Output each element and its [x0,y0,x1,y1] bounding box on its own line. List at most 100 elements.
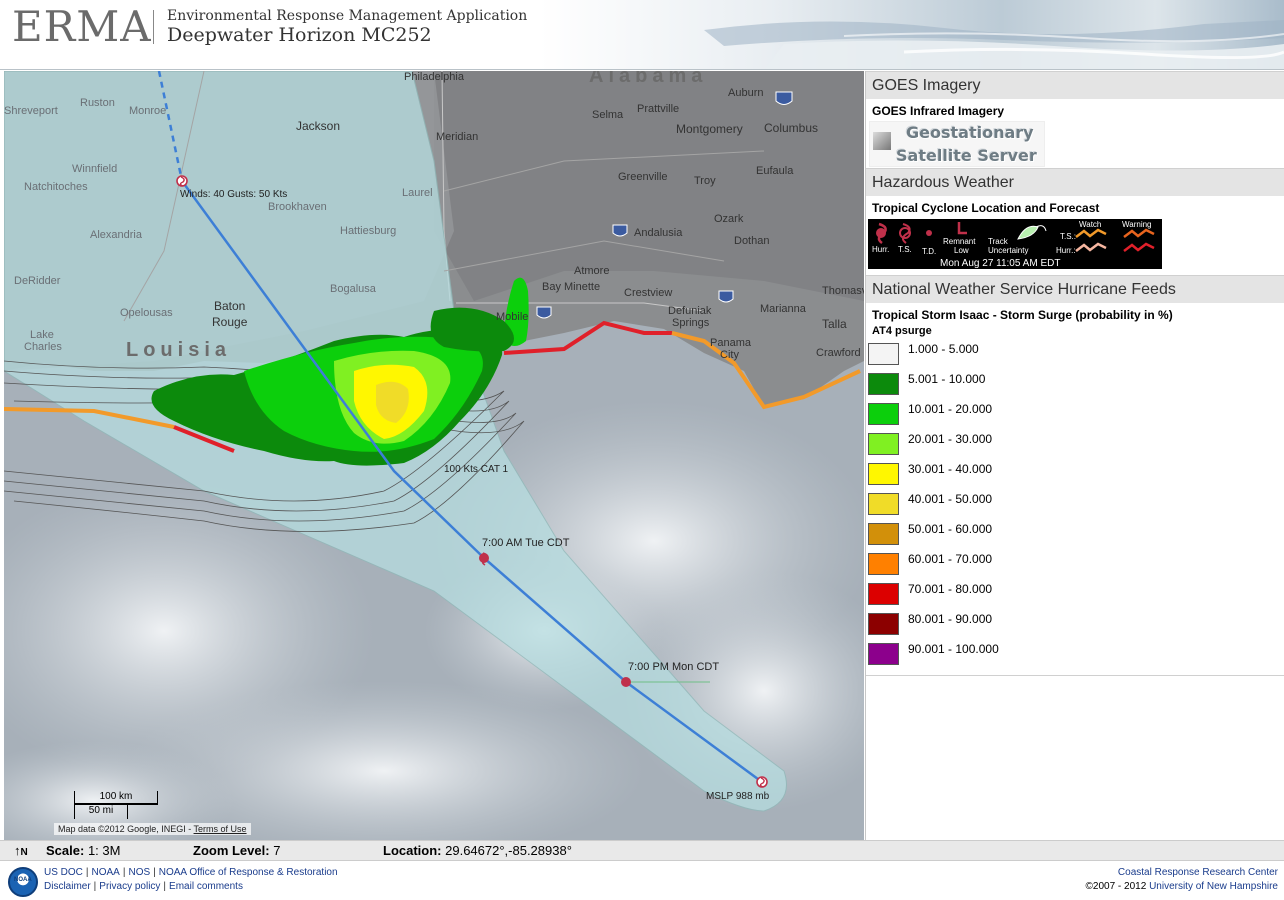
goes-logo[interactable]: Geostationary Satellite Server [869,121,1045,167]
map-place-label: DeRidder [14,275,61,287]
terms-of-use-link[interactable]: Terms of Use [194,824,247,834]
legend-swatch [868,493,899,515]
legend-label: 70.001 - 80.000 [908,582,993,596]
surge-legend-item: 5.001 - 10.000 [868,369,1284,399]
map-place-label: Jackson [296,119,341,133]
map-viewport[interactable]: Shreveport Ruston Monroe Jackson Meridia… [4,71,864,840]
hazard-header[interactable]: Hazardous Weather [866,168,1284,196]
map-place-label: Prattville [637,103,680,115]
legend-warning: Warning [1122,220,1152,229]
goes-section: Geostationary Satellite Server [866,118,1284,168]
app-subtitle: Deepwater Horizon MC252 [167,24,432,46]
map-place-label: Crestview [624,287,673,299]
legend-td: T.D. [922,247,937,256]
noaa-logo[interactable]: NOAA [8,867,38,897]
storm-point-icon [756,776,768,788]
logo-divider [153,10,154,44]
legend-hurr: Hurr. [872,245,890,254]
hurr-warning-icon [1123,242,1155,252]
map-place-label: Laurel [402,187,433,199]
unh-link[interactable]: University of New Hampshire [1149,881,1278,892]
map-place-label: Philadelphia [404,71,464,83]
interstate-shield-icon [775,91,793,105]
map-place-label: Meridian [436,131,479,143]
legend-label: 90.001 - 100.000 [908,642,999,656]
surge-legend-item: 30.001 - 40.000 [868,459,1284,489]
page-footer: NOAA US DOC | NOAA | NOS | NOAA Office of Resp… [0,860,1284,900]
orr-link[interactable]: NOAA Office of Response & Restoration [159,867,338,878]
hurricane-icon [876,222,887,245]
legend-swatch [868,523,899,545]
map-place-label: Auburn [728,87,764,99]
map-state-label: Alabama [589,71,708,87]
surge-legend: 1.000 - 5.000 5.001 - 10.000 10.001 - 20.0… [866,337,1284,669]
legend-timestamp: Mon Aug 27 11:05 AM EDT [940,258,1061,269]
us-doc-link[interactable]: US DOC [44,867,83,878]
legend-swatch [868,343,899,365]
legend-low: Low [954,246,969,255]
map-place-label: Ruston [80,97,115,109]
surge-legend-item: 90.001 - 100.000 [868,639,1284,669]
map-place-label: Dothan [734,235,770,247]
legend-label: 40.001 - 50.000 [908,492,993,506]
map-place-label: Hattiesburg [340,225,397,237]
track-point-label: MSLP 988 mb [706,791,770,802]
footer-links-row2: Disclaimer | Privacy policy | Email comments [44,881,243,892]
app-header: ERMA Environmental Response Management A… [0,0,1284,70]
legend-swatch [868,463,899,485]
goes-header[interactable]: GOES Imagery [866,71,1284,99]
erma-app: ERMA Environmental Response Management A… [0,0,1284,900]
map-place-label: Thomasv [822,285,864,297]
layers-panel: GOES Imagery GOES Infrared Imagery Geost… [865,71,1284,840]
track-point-label: Winds: 40 Gusts: 50 Kts [180,189,288,200]
privacy-link[interactable]: Privacy policy [99,881,160,892]
legend-label: 5.001 - 10.000 [908,372,986,386]
surge-legend-item: 40.001 - 50.000 [868,489,1284,519]
map-place-label: Panama [710,337,751,349]
map-place-label: Shreveport [4,105,58,117]
map-place-label: Eufaula [756,165,794,177]
legend-label: 30.001 - 40.000 [908,462,993,476]
noaa-link[interactable]: NOAA [92,867,120,878]
satellite-thumbnail-icon [873,132,891,150]
erma-logo[interactable]: ERMA [12,2,152,51]
map-place-label: Monroe [129,105,167,117]
crrc-link[interactable]: Coastal Response Research Center [1118,867,1278,878]
legend-uncertainty: Uncertainty [988,246,1029,255]
map-place-label: Rouge [212,315,248,329]
email-link[interactable]: Email comments [169,881,243,892]
map-place-label: Charles [24,341,62,353]
legend-watch: Watch [1079,220,1102,229]
interstate-shield-icon [612,224,628,237]
map-place-label: Columbus [764,121,819,135]
interstate-shield-icon [536,306,552,319]
map-place-label: Lake [30,329,54,341]
map-place-label: Mobile [496,311,529,323]
tropical-storm-icon [899,223,911,244]
attribution-text: Map data ©2012 Google, INEGI - [58,824,194,834]
zoom-readout: Zoom Level: 7 [193,843,281,858]
legend-hurr-row: Hurr.: [1056,246,1076,255]
surge-legend-item: 1.000 - 5.000 [868,339,1284,369]
map-place-label: Selma [592,109,624,121]
legend-ts-row: T.S.: [1060,232,1077,241]
nos-link[interactable]: NOS [128,867,150,878]
scale-readout: Scale: 1: 3M [46,843,121,858]
nws-header[interactable]: National Weather Service Hurricane Feeds [866,275,1284,303]
map-place-label: Winnfield [72,163,118,175]
map-place-label: Bogalusa [330,283,376,295]
track-uncertainty-icon [1017,225,1047,240]
map-canvas[interactable] [4,71,864,840]
legend-label: 50.001 - 60.000 [908,522,993,536]
storm-point-icon [621,677,631,687]
footer-links-row1: US DOC | NOAA | NOS | NOAA Office of Response … [44,867,338,878]
hazard-subtitle: Tropical Cyclone Location and Forecast [872,201,1100,215]
legend-label: 1.000 - 5.000 [908,342,979,356]
interstate-shield-icon [718,290,734,303]
track-point-label: 7:00 PM Mon CDT [628,661,720,673]
legend-track: Track [988,237,1008,246]
disclaimer-link[interactable]: Disclaimer [44,881,91,892]
map-place-label: Atmore [574,265,610,277]
legend-remnant: Remnant [943,237,976,246]
map-place-label: Springs [672,317,710,329]
